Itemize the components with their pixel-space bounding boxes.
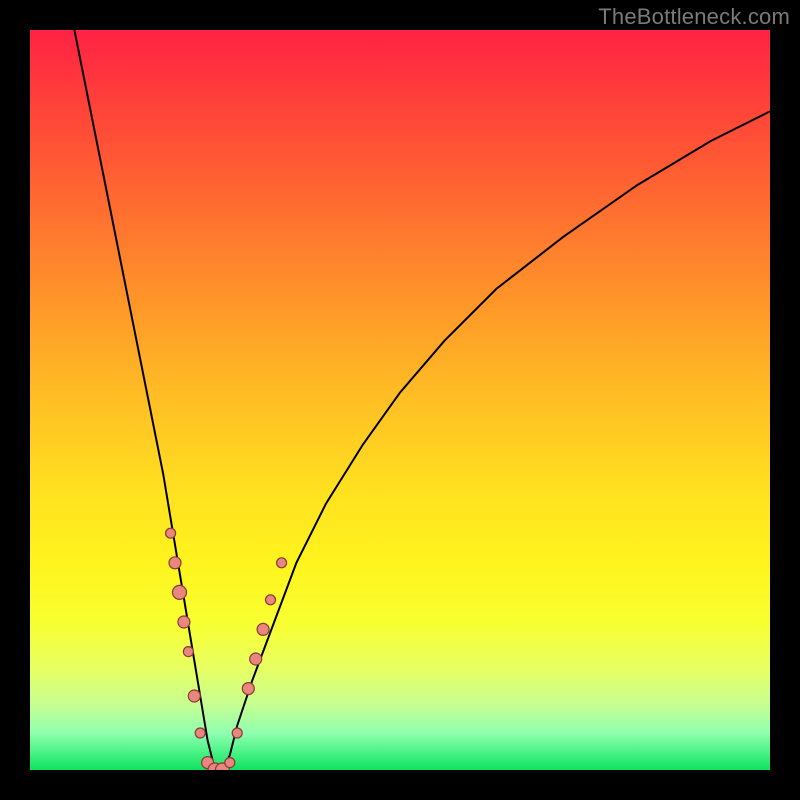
curve-marker <box>242 683 254 695</box>
curve-marker <box>250 653 262 665</box>
curve-marker <box>188 690 200 702</box>
chart-svg <box>30 30 770 770</box>
curve-marker <box>166 528 176 538</box>
watermark-text: TheBottleneck.com <box>598 4 790 30</box>
marker-group <box>166 528 287 770</box>
curve-marker <box>169 557 181 569</box>
curve-marker <box>257 623 269 635</box>
curve-marker <box>178 616 190 628</box>
plot-area <box>30 30 770 770</box>
curve-marker <box>266 595 276 605</box>
bottleneck-curve <box>74 30 770 770</box>
curve-marker <box>183 647 193 657</box>
curve-marker <box>277 558 287 568</box>
curve-marker <box>195 728 205 738</box>
chart-frame: TheBottleneck.com <box>0 0 800 800</box>
curve-marker <box>225 758 235 768</box>
curve-marker <box>173 585 187 599</box>
curve-marker <box>232 728 242 738</box>
